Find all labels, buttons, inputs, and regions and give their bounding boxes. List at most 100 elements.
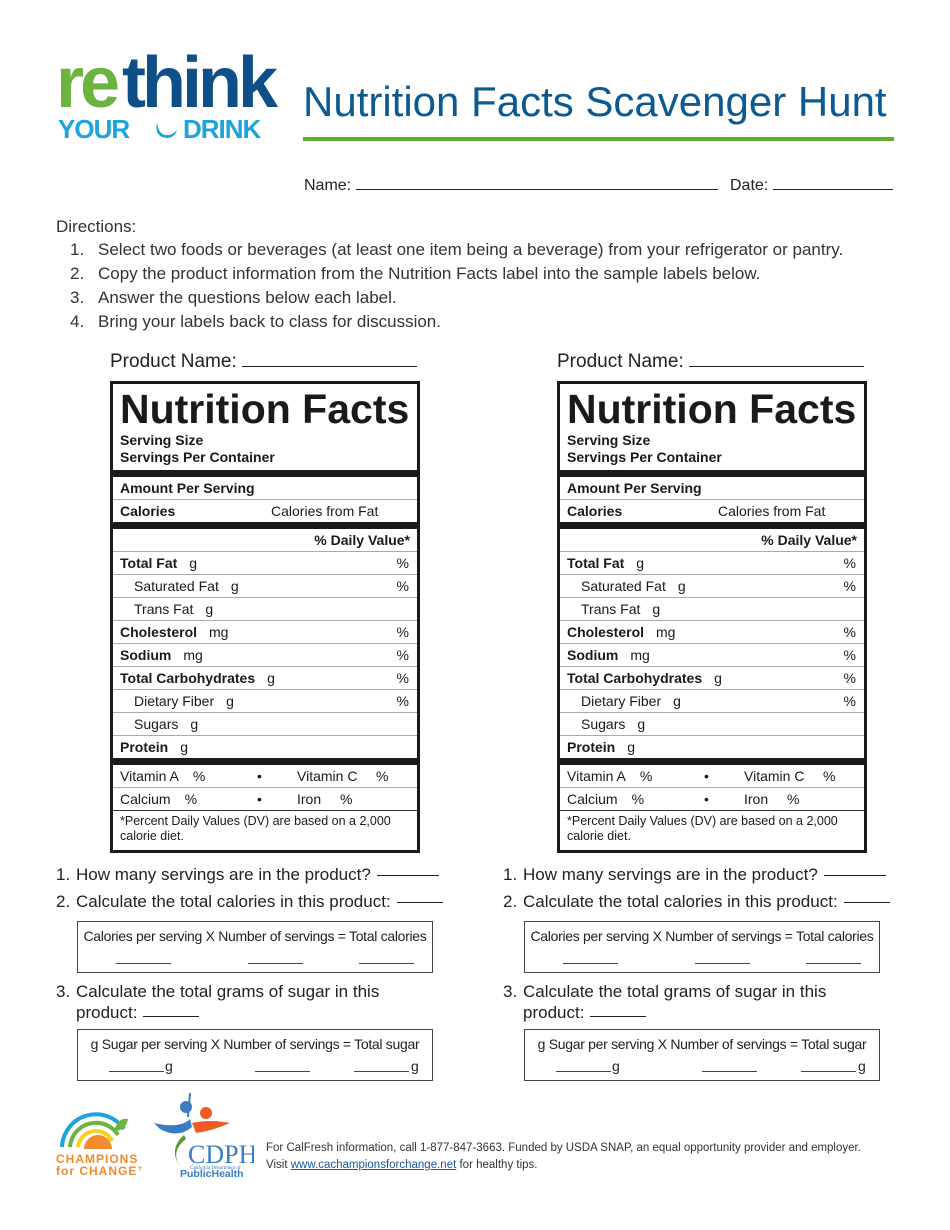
vitamin-c-label: Vitamin C (744, 768, 805, 784)
nutrient-unit: g (230, 578, 239, 594)
direction-item: 1. Select two foods or beverages (at leas… (70, 240, 843, 264)
question-3-cont: product: (56, 1002, 443, 1023)
sugar-answer-field[interactable] (590, 1002, 647, 1017)
nutrient-row[interactable]: Saturated Fat g% (113, 574, 417, 597)
nutrient-name: Sodium (120, 647, 172, 663)
thick-divider (113, 522, 417, 529)
total-sugar-field[interactable] (354, 1071, 409, 1072)
logo-your: YOUR (58, 114, 130, 144)
nutrient-row[interactable]: Dietary Fiber g% (560, 689, 864, 712)
number-of-servings-field[interactable] (255, 1071, 310, 1072)
nutrient-unit: g (714, 670, 722, 686)
sugar-per-serving-field[interactable] (556, 1071, 611, 1072)
calories-per-serving-field[interactable] (563, 963, 618, 964)
nutrient-daily-value-pct: % (396, 578, 409, 594)
nutrient-row[interactable]: Total Carbohydrates g% (560, 666, 864, 689)
nutrient-unit: g (652, 601, 661, 617)
nutrient-row[interactable]: Saturated Fat g% (560, 574, 864, 597)
question-text: How many servings are in the product? (523, 865, 818, 884)
nutrient-daily-value-pct: % (843, 670, 856, 686)
daily-value-header: % Daily Value* (560, 529, 864, 551)
calories-row[interactable]: Calories Calories from Fat (113, 499, 417, 522)
number-of-servings-field[interactable] (248, 963, 303, 964)
vitamin-row[interactable]: Vitamin A% • Vitamin C% (560, 765, 864, 787)
name-field[interactable] (355, 175, 718, 190)
mineral-row[interactable]: Calcium% • Iron% (560, 787, 864, 810)
calories-per-serving-field[interactable] (116, 963, 171, 964)
number-of-servings-field[interactable] (702, 1071, 757, 1072)
gram-unit: g (612, 1058, 620, 1074)
nutrient-row[interactable]: Trans Fat g (113, 597, 417, 620)
number-of-servings-field[interactable] (695, 963, 750, 964)
cdph-text: CDPH (188, 1140, 254, 1169)
nutrient-daily-value-pct: % (396, 555, 409, 571)
public-health-text: PublicHealth (180, 1168, 244, 1177)
question-number: 1. (503, 865, 518, 884)
calcium-label: Calcium (120, 791, 171, 807)
product-name-label: Product Name: (557, 351, 684, 372)
serving-size[interactable]: Serving Size (567, 432, 857, 449)
question-2: 2. Calculate the total calories in this p… (56, 888, 443, 915)
champions-website-link[interactable]: www.cachampionsforchange.net (291, 1159, 457, 1171)
nutrient-row[interactable]: Sodium mg% (113, 643, 417, 666)
nutrient-row[interactable]: Protein g (113, 735, 417, 758)
total-calories-field[interactable] (806, 963, 861, 964)
direction-number: 4. (70, 312, 85, 331)
name-label: Name: (304, 177, 352, 194)
nutrient-name: Dietary Fiber (581, 693, 662, 709)
nutrient-row[interactable]: Cholesterol mg% (560, 620, 864, 643)
question-number: 1. (56, 865, 71, 884)
nutrient-daily-value-pct: % (843, 693, 856, 709)
direction-text: Copy the product information from the Nu… (98, 264, 761, 283)
sugar-formula: g Sugar per serving X Number of servings… (90, 1036, 420, 1052)
vitamin-row[interactable]: Vitamin A% • Vitamin C% (113, 765, 417, 787)
nutrient-unit: mg (656, 624, 676, 640)
nutrient-row[interactable]: Total Fat g% (560, 551, 864, 574)
question-number: 3. (503, 982, 518, 1001)
logo-think: think (122, 43, 278, 123)
question-3: 3. Calculate the total grams of sugar in … (503, 981, 890, 1002)
calories-answer-field[interactable] (843, 888, 890, 903)
nutrient-daily-value-pct: % (396, 624, 409, 640)
total-sugar-field[interactable] (801, 1071, 856, 1072)
nutrient-name: Sugars (581, 716, 626, 732)
servings-answer-field[interactable] (376, 861, 439, 876)
sugar-answer-field[interactable] (143, 1002, 200, 1017)
date-field[interactable] (772, 175, 893, 190)
servings-answer-field[interactable] (823, 861, 886, 876)
bullet-separator: • (704, 768, 709, 784)
servings-per-container[interactable]: Servings Per Container (567, 449, 857, 466)
nutrient-row[interactable]: Total Fat g% (113, 551, 417, 574)
product-name-field[interactable] (242, 350, 418, 367)
visit-prefix: Visit (266, 1159, 291, 1171)
nutrient-list: Total Fat g% Saturated Fat g% Trans Fat g Chol… (560, 551, 864, 758)
amount-per-serving-label: Amount Per Serving (567, 480, 702, 496)
servings-per-container[interactable]: Servings Per Container (120, 449, 410, 466)
total-calories-field[interactable] (359, 963, 414, 964)
product-name-field[interactable] (689, 350, 865, 367)
nutrient-row[interactable]: Sugars g (560, 712, 864, 735)
mineral-row[interactable]: Calcium% • Iron% (113, 787, 417, 810)
iron-label: Iron (297, 791, 322, 807)
nutrient-unit: g (636, 555, 645, 571)
nutrient-row[interactable]: Sugars g (113, 712, 417, 735)
nutrient-row[interactable]: Trans Fat g (560, 597, 864, 620)
cdph-logo: CDPH California Department of PublicHeal… (154, 1093, 254, 1177)
calories-row[interactable]: Calories Calories from Fat (560, 499, 864, 522)
footer-visit-line: Visit www.cachampionsforchange.net for h… (266, 1157, 861, 1174)
logo-re: re (56, 43, 120, 123)
direction-item: 4. Bring your labels back to class for di… (70, 312, 843, 336)
calories-answer-field[interactable] (396, 888, 443, 903)
nutrient-row[interactable]: Cholesterol mg% (113, 620, 417, 643)
nutrient-row[interactable]: Protein g (560, 735, 864, 758)
nutrient-unit: mg (209, 624, 229, 640)
bullet-separator: • (257, 791, 262, 807)
nutrient-row[interactable]: Total Carbohydrates g% (113, 666, 417, 689)
serving-size[interactable]: Serving Size (120, 432, 410, 449)
question-number: 2. (503, 892, 518, 911)
nutrient-row[interactable]: Sodium mg% (560, 643, 864, 666)
sugar-per-serving-field[interactable] (109, 1071, 164, 1072)
amount-per-serving-label: Amount Per Serving (120, 480, 255, 496)
nutrient-unit: g (226, 693, 234, 709)
nutrient-row[interactable]: Dietary Fiber g% (113, 689, 417, 712)
